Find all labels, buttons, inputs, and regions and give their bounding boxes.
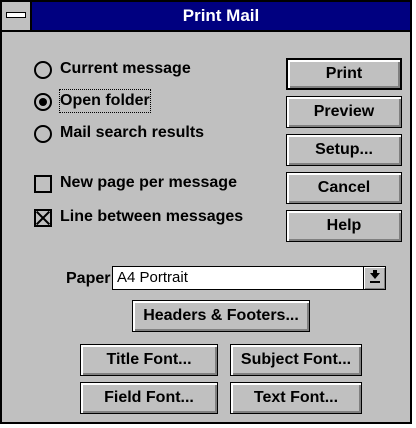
paper-label: Paper — [66, 270, 111, 287]
setup-button-label: Setup... — [315, 141, 373, 158]
help-button[interactable]: Help — [286, 210, 402, 242]
radio-label: Open folder — [59, 89, 151, 113]
text-font-button-label: Text Font... — [253, 389, 339, 406]
radio-indicator[interactable] — [34, 93, 52, 111]
text-font-button[interactable]: Text Font... — [230, 382, 362, 414]
radio-label: Mail search results — [60, 124, 205, 141]
subject-font-button-label: Subject Font... — [240, 351, 352, 368]
print-button-label: Print — [325, 65, 363, 82]
checkbox-label: New page per message — [60, 174, 237, 191]
radio-indicator[interactable] — [34, 61, 52, 79]
subject-font-button[interactable]: Subject Font... — [230, 344, 362, 376]
title-font-button-label: Title Font... — [106, 351, 192, 368]
headers-footers-button[interactable]: Headers & Footers... — [132, 300, 310, 332]
help-button-label: Help — [326, 217, 362, 234]
preview-button[interactable]: Preview — [286, 96, 402, 128]
print-button[interactable]: Print — [286, 58, 402, 90]
system-menu-icon[interactable] — [2, 2, 32, 30]
cancel-button-label: Cancel — [317, 179, 371, 196]
radio-indicator[interactable] — [34, 125, 52, 143]
preview-button-label: Preview — [313, 103, 375, 120]
title-font-button[interactable]: Title Font... — [80, 344, 218, 376]
checkbox-indicator[interactable] — [34, 209, 52, 227]
dropdown-arrow-icon[interactable] — [363, 267, 385, 289]
cancel-button[interactable]: Cancel — [286, 172, 402, 204]
field-font-button-label: Field Font... — [104, 389, 194, 406]
checkbox-indicator[interactable] — [34, 175, 52, 193]
paper-select[interactable]: A4 Portrait — [112, 266, 386, 290]
print-mail-dialog: Print Mail Current message Open folder M… — [0, 0, 412, 424]
radio-label: Current message — [60, 60, 191, 77]
dialog-body: Current message Open folder Mail search … — [2, 32, 410, 422]
paper-select-value: A4 Portrait — [117, 269, 188, 286]
setup-button[interactable]: Setup... — [286, 134, 402, 166]
headers-footers-button-label: Headers & Footers... — [143, 307, 299, 324]
checkbox-label: Line between messages — [60, 208, 244, 225]
title-bar[interactable]: Print Mail — [2, 2, 410, 32]
field-font-button[interactable]: Field Font... — [80, 382, 218, 414]
window-title: Print Mail — [182, 6, 260, 25]
